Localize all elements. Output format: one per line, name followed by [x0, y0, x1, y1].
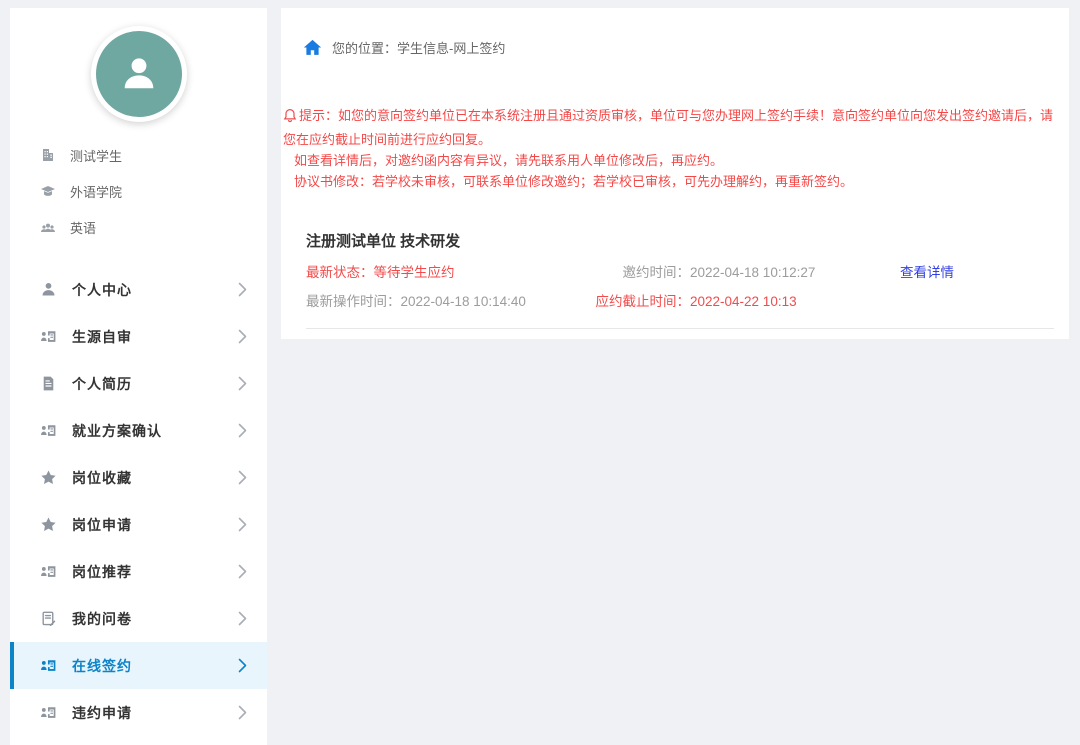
- notice: 提示：如您的意向签约单位已在本系统注册且通过资质审核，单位可与您办理网上签约手续…: [283, 105, 1063, 192]
- sidebar-item-personal-center[interactable]: 个人中心: [10, 266, 267, 313]
- sidebar-item-label: 岗位申请: [72, 515, 132, 535]
- main-panel: 您的位置：学生信息-网上签约 提示：如您的意向签约单位已在本系统注册且通过资质审…: [281, 8, 1069, 339]
- chevron-right-icon: [238, 376, 247, 391]
- id-list-icon: [40, 704, 59, 721]
- contract-row-2: 最新操作时间：2022-04-18 10:14:40 应约截止时间：2022-0…: [306, 292, 1054, 312]
- questionnaire-icon: [40, 610, 59, 627]
- sidebar-item-label: 岗位推荐: [72, 562, 132, 582]
- sidebar-item-job-application[interactable]: 岗位申请: [10, 501, 267, 548]
- contract-row-1: 最新状态：等待学生应约 邀约时间：2022-04-18 10:12:27 查看详…: [306, 263, 1054, 283]
- star-icon: [40, 469, 59, 486]
- sidebar-item-employment-plan-confirm[interactable]: 就业方案确认: [10, 407, 267, 454]
- id-list-icon: [40, 657, 59, 674]
- sidebar-item-label: 我的问卷: [72, 609, 132, 629]
- breadcrumb-label: 您的位置：学生信息-网上签约: [332, 38, 505, 57]
- chevron-right-icon: [238, 329, 247, 344]
- notice-paragraph-1: 提示：如您的意向签约单位已在本系统注册且通过资质审核，单位可与您办理网上签约手续…: [283, 105, 1063, 150]
- last-operation-time-value: 2022-04-18 10:14:40: [401, 294, 526, 309]
- person-avatar-icon: [117, 52, 161, 96]
- resume-file-icon: [40, 375, 59, 392]
- sidebar-item-label: 违约申请: [72, 703, 132, 723]
- sidebar-item-online-signing[interactable]: 在线签约: [10, 642, 267, 689]
- bell-icon: [283, 108, 297, 129]
- last-operation-time: 最新操作时间：2022-04-18 10:14:40: [306, 292, 570, 312]
- sidebar-item-label: 生源自审: [72, 327, 132, 347]
- sidebar-item-label: 个人中心: [72, 280, 132, 300]
- chevron-right-icon: [238, 658, 247, 673]
- people-group-icon: [40, 219, 58, 235]
- sidebar-item-label: 个人简历: [72, 374, 132, 394]
- contract-title: 注册测试单位 技术研发: [306, 232, 1054, 252]
- sidebar-item-job-recommendation[interactable]: 岗位推荐: [10, 548, 267, 595]
- divider: [306, 328, 1054, 329]
- profile-major: 英语: [70, 218, 96, 237]
- profile-name: 测试学生: [70, 146, 122, 165]
- user-icon: [40, 281, 59, 298]
- chevron-right-icon: [238, 282, 247, 297]
- sidebar-item-job-favorites[interactable]: 岗位收藏: [10, 454, 267, 501]
- chevron-right-icon: [238, 705, 247, 720]
- sidebar-item-origin-self-check[interactable]: 生源自审: [10, 313, 267, 360]
- chevron-right-icon: [238, 611, 247, 626]
- reply-deadline: 应约截止时间：2022-04-22 10:13: [570, 292, 900, 312]
- page: 测试学生 外语学院: [0, 0, 1080, 745]
- profile-college: 外语学院: [70, 182, 122, 201]
- profile-name-row: 测试学生: [40, 137, 267, 173]
- invite-time-value: 2022-04-18 10:12:27: [690, 263, 815, 283]
- avatar-wrap: [10, 8, 267, 122]
- invite-time: 邀约时间：2022-04-18 10:12:27: [570, 263, 900, 283]
- status-value: 等待学生应约: [374, 265, 455, 280]
- latest-status: 最新状态：等待学生应约: [306, 263, 570, 283]
- building-icon: [40, 147, 58, 163]
- home-icon: [303, 39, 322, 56]
- sidebar: 测试学生 外语学院: [10, 8, 267, 745]
- avatar: [91, 26, 187, 122]
- sidebar-item-label: 就业方案确认: [72, 421, 162, 441]
- notice-paragraph-3: 协议书修改：若学校未审核，可联系单位修改邀约；若学校已审核，可先办理解约，再重新…: [283, 171, 1063, 192]
- id-list-icon: [40, 563, 59, 580]
- chevron-right-icon: [238, 564, 247, 579]
- profile-info: 测试学生 外语学院: [10, 137, 267, 245]
- id-list-icon: [40, 328, 59, 345]
- contract-card: 注册测试单位 技术研发 最新状态：等待学生应约 邀约时间：2022-04-18 …: [306, 232, 1054, 329]
- reply-deadline-value: 2022-04-22 10:13: [690, 292, 797, 312]
- breadcrumb: 您的位置：学生信息-网上签约: [281, 8, 1069, 57]
- notice-paragraph-2: 如查看详情后，对邀约函内容有异议，请先联系用人单位修改后，再应约。: [283, 150, 1063, 171]
- sidebar-item-resume[interactable]: 个人简历: [10, 360, 267, 407]
- id-list-icon: [40, 422, 59, 439]
- sidebar-menu: 个人中心 生源自审: [10, 266, 267, 736]
- profile-major-row: 英语: [40, 209, 267, 245]
- sidebar-item-label: 岗位收藏: [72, 468, 132, 488]
- chevron-right-icon: [238, 470, 247, 485]
- sidebar-item-breach-application[interactable]: 违约申请: [10, 689, 267, 736]
- graduation-cap-icon: [40, 183, 58, 199]
- chevron-right-icon: [238, 517, 247, 532]
- sidebar-item-label: 在线签约: [72, 656, 132, 676]
- chevron-right-icon: [238, 423, 247, 438]
- profile-college-row: 外语学院: [40, 173, 267, 209]
- sidebar-item-my-questionnaire[interactable]: 我的问卷: [10, 595, 267, 642]
- star-icon: [40, 516, 59, 533]
- view-detail-link[interactable]: 查看详情: [900, 265, 954, 280]
